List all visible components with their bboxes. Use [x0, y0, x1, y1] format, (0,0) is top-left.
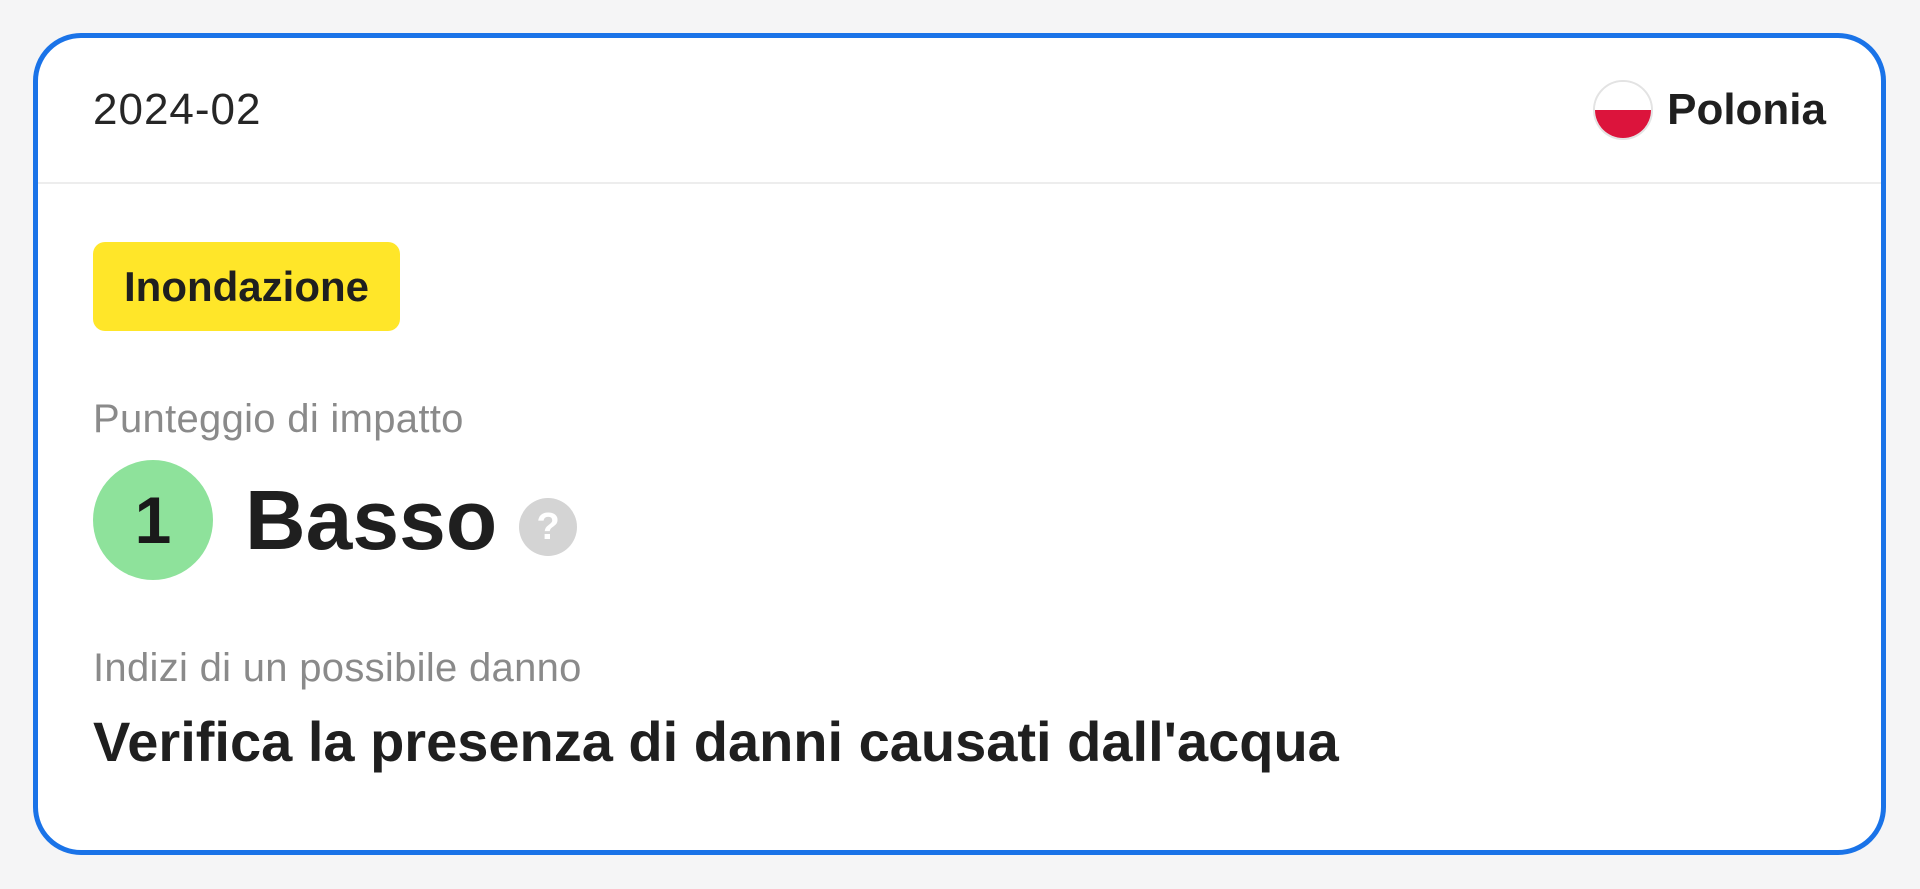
damage-hint-label: Indizi di un possibile danno	[93, 646, 582, 690]
flag-red-band	[1595, 110, 1652, 138]
impact-score-row: 1 Basso ?	[93, 460, 1826, 580]
damage-hint-text: Verifica la presenza di danni causati da…	[93, 710, 1339, 773]
impact-level: Basso	[245, 472, 498, 567]
event-card[interactable]: 2024-02 Polonia Inondazione Punteggio di…	[33, 33, 1886, 855]
poland-flag-icon	[1593, 80, 1654, 140]
card-header: 2024-02 Polonia	[38, 38, 1881, 184]
question-mark-icon[interactable]: ?	[519, 498, 578, 556]
country-indicator: Polonia	[1593, 80, 1826, 140]
event-type-tag: Inondazione	[93, 242, 400, 331]
impact-score-label: Punteggio di impatto	[93, 397, 464, 441]
event-date: 2024-02	[93, 85, 262, 134]
flag-white-band	[1595, 82, 1652, 110]
impact-score-badge: 1	[93, 460, 213, 580]
card-body: Inondazione Punteggio di impatto 1 Basso…	[38, 184, 1881, 774]
country-name: Polonia	[1667, 85, 1826, 134]
